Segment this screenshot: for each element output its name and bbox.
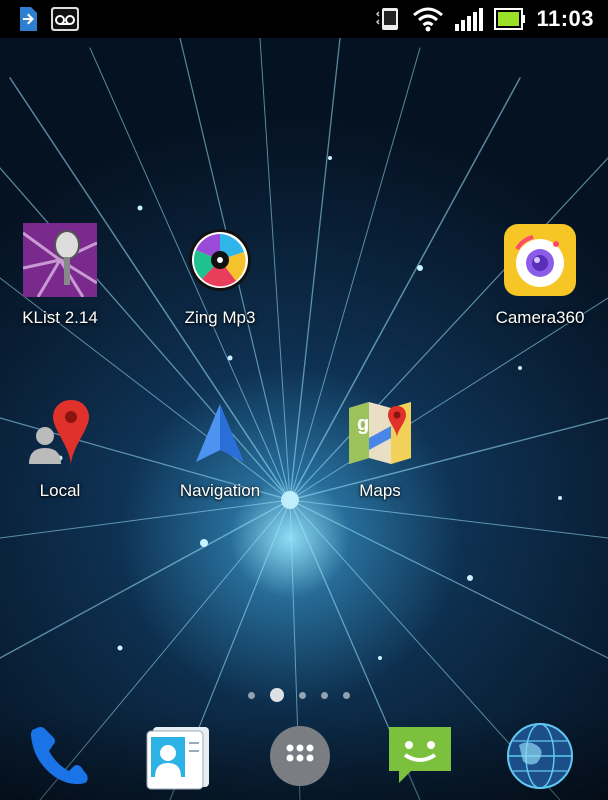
page-dot[interactable] bbox=[321, 691, 328, 699]
page-indicator[interactable] bbox=[248, 688, 350, 702]
battery-icon bbox=[494, 6, 526, 32]
page-dot[interactable] bbox=[343, 691, 350, 699]
navigation-arrow-icon bbox=[182, 395, 258, 471]
browser-globe-icon[interactable] bbox=[502, 718, 578, 794]
phone-screen-icon bbox=[376, 6, 402, 32]
status-bar: 11:03 bbox=[0, 0, 608, 38]
app-label: Camera360 bbox=[495, 308, 585, 327]
svg-text:g: g bbox=[357, 413, 369, 435]
maps-icon: g bbox=[342, 395, 418, 471]
app-label: Maps bbox=[359, 481, 401, 500]
app-local[interactable]: Local bbox=[0, 395, 120, 501]
page-dot[interactable] bbox=[299, 691, 306, 699]
zing-mp3-disc-icon bbox=[182, 222, 258, 298]
app-maps[interactable]: g Maps bbox=[320, 395, 440, 501]
app-zing-mp3[interactable]: Zing Mp3 bbox=[160, 222, 280, 328]
local-pin-icon bbox=[22, 395, 98, 471]
app-klist[interactable]: KList 2.14 bbox=[0, 222, 120, 328]
app-label: Local bbox=[39, 481, 81, 500]
signal-icon bbox=[454, 6, 484, 32]
status-time: 11:03 bbox=[536, 6, 594, 31]
page-dot-current[interactable] bbox=[270, 688, 284, 702]
app-label: KList 2.14 bbox=[22, 308, 98, 327]
dock bbox=[0, 710, 608, 800]
messaging-icon[interactable] bbox=[382, 718, 458, 794]
contacts-icon[interactable] bbox=[140, 718, 216, 794]
app-drawer-icon[interactable] bbox=[262, 718, 338, 794]
phone-icon[interactable] bbox=[22, 718, 98, 794]
app-label: Navigation bbox=[179, 481, 261, 500]
camera360-icon bbox=[502, 222, 578, 298]
sd-card-usb-icon bbox=[16, 6, 38, 32]
app-camera360[interactable]: Camera360 bbox=[480, 222, 600, 328]
app-navigation[interactable]: Navigation bbox=[160, 395, 280, 501]
app-label: Zing Mp3 bbox=[184, 308, 256, 327]
page-dot[interactable] bbox=[248, 691, 255, 699]
voicemail-icon bbox=[50, 6, 80, 32]
wifi-icon bbox=[412, 6, 444, 32]
klist-microphone-icon bbox=[22, 222, 98, 298]
